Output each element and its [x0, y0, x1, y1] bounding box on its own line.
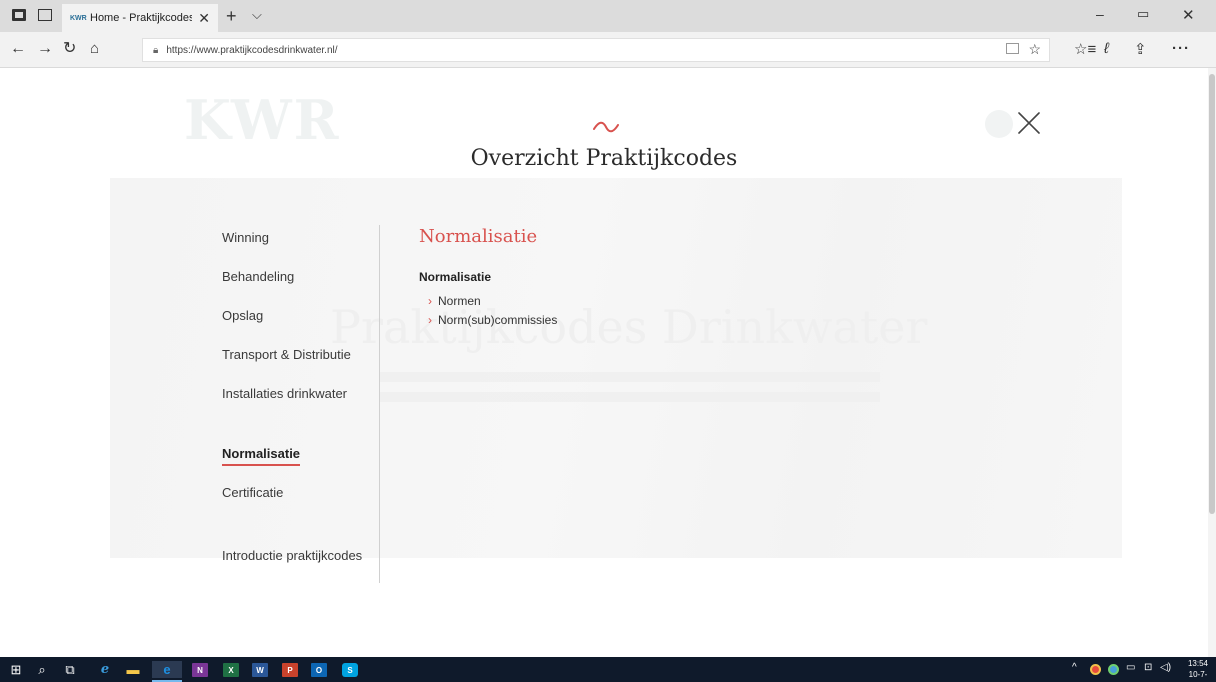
category-item-normalisatie[interactable]: Normalisatie [222, 446, 301, 466]
system-clock[interactable]: 13:54 10-7-2020 [1183, 658, 1213, 682]
excel-icon[interactable]: X [223, 663, 239, 677]
link-norm-sub-commissies-label: Norm(sub)commissies [438, 313, 558, 327]
forward-arrow-icon[interactable]: → [37, 40, 53, 58]
category-item-opslag[interactable]: Opslag [222, 308, 263, 323]
minimize-icon[interactable]: – [1096, 6, 1104, 22]
category-item-certificatie[interactable]: Certificatie [222, 485, 283, 500]
close-icon[interactable] [1016, 110, 1042, 136]
word-icon[interactable]: W [252, 663, 268, 677]
scrollbar-thumb[interactable] [1209, 74, 1215, 514]
section-title: Normalisatie [419, 226, 538, 247]
sub-heading: Normalisatie [419, 270, 492, 284]
clock-time: 13:54 [1187, 659, 1209, 668]
address-bar: ← → ↻ ⌂ 🔒︎ https://www.praktijkcodesdrin… [0, 32, 1216, 68]
powerpoint-icon[interactable]: P [282, 663, 298, 677]
window-menu-icon[interactable] [12, 9, 26, 21]
favorites-icon[interactable]: ☆≡ [1074, 40, 1096, 58]
category-item-installaties-drinkwater[interactable]: Installaties drinkwater [222, 386, 347, 401]
category-item-introductie-praktijkcodes[interactable]: Introductie praktijkcodes [222, 548, 362, 563]
window-close-icon[interactable]: ✕ [1182, 6, 1195, 24]
tab-close-icon[interactable]: ✕ [198, 10, 210, 27]
network-icon[interactable]: ⊡ [1144, 662, 1152, 673]
background-hero-subtitle [380, 372, 880, 412]
tab-list-chevron-icon[interactable]: ⌵ [252, 7, 262, 23]
link-normen-label: Normen [438, 294, 481, 308]
tabs-aside-icon[interactable] [38, 9, 52, 21]
file-explorer-icon[interactable]: ▬ [124, 661, 142, 678]
share-icon[interactable]: ⇪ [1134, 40, 1147, 58]
favicon-icon: KWR [70, 14, 87, 22]
tab-bar: KWR Home - Praktijkcodes D ✕ + ⌵ – ▭ ✕ [0, 0, 1216, 32]
overview-title: Overzicht Praktijkcodes [470, 146, 738, 171]
outlook-icon[interactable]: O [311, 663, 327, 677]
reading-view-icon[interactable] [1006, 43, 1019, 54]
task-view-icon[interactable]: ⧉ [62, 661, 78, 678]
background-search-icon [985, 110, 1013, 138]
wave-icon [593, 121, 619, 133]
category-item-transport-distributie[interactable]: Transport & Distributie [222, 347, 351, 362]
link-normen[interactable]: › Normen [428, 294, 481, 308]
lock-icon: 🔒︎ [153, 44, 159, 56]
battery-icon[interactable]: ▭ [1126, 662, 1135, 673]
tray-overflow-chevron-icon[interactable]: ^ [1072, 662, 1077, 673]
background-logo: KWR [184, 88, 341, 152]
category-item-winning[interactable]: Winning [222, 230, 269, 245]
scrollbar[interactable] [1208, 68, 1216, 657]
chevron-right-icon: › [428, 313, 432, 327]
tab-title: Home - Praktijkcodes D [90, 12, 193, 24]
search-icon[interactable]: ⌕ [34, 661, 50, 678]
windows-taskbar: ⊞ ⌕ ⧉ e ▬ e N X W P O S ^ ▭ ⊡ ◁) 13:54 1… [0, 657, 1216, 682]
url-input[interactable]: 🔒︎ https://www.praktijkcodesdrinkwater.n… [142, 38, 1050, 62]
link-norm-sub-commissies[interactable]: › Norm(sub)commissies [428, 313, 557, 327]
onenote-icon[interactable]: N [192, 663, 208, 677]
back-arrow-icon[interactable]: ← [10, 40, 26, 58]
nav-divider [379, 225, 380, 583]
refresh-icon[interactable]: ↻ [63, 40, 76, 58]
page-viewport: KWR Praktijkcodes Drinkwater Overzicht P… [0, 68, 1208, 657]
chevron-right-icon: › [428, 294, 432, 308]
browser-tab[interactable]: KWR Home - Praktijkcodes D ✕ [62, 4, 218, 32]
category-item-behandeling[interactable]: Behandeling [222, 269, 294, 284]
maximize-icon[interactable]: ▭ [1137, 6, 1149, 22]
new-tab-icon[interactable]: + [226, 6, 237, 27]
tray-cloud-icon[interactable] [1108, 664, 1119, 675]
home-icon[interactable]: ⌂ [90, 40, 99, 58]
web-note-pen-icon[interactable]: ℓ [1104, 40, 1109, 57]
edge-browser-icon[interactable]: e [152, 661, 182, 678]
clock-date: 10-7-2020 [1188, 670, 1208, 682]
background-hero-title: Praktijkcodes Drinkwater [330, 300, 928, 354]
tray-app-icon[interactable] [1090, 664, 1101, 675]
favorite-star-icon[interactable]: ☆ [1028, 41, 1041, 58]
url-text: https://www.praktijkcodesdrinkwater.nl/ [166, 44, 338, 56]
skype-icon[interactable]: S [342, 663, 358, 677]
volume-icon[interactable]: ◁) [1160, 662, 1171, 673]
internet-explorer-icon[interactable]: e [96, 661, 114, 678]
windows-start-icon[interactable]: ⊞ [8, 661, 24, 678]
more-icon[interactable]: ··· [1172, 40, 1190, 57]
